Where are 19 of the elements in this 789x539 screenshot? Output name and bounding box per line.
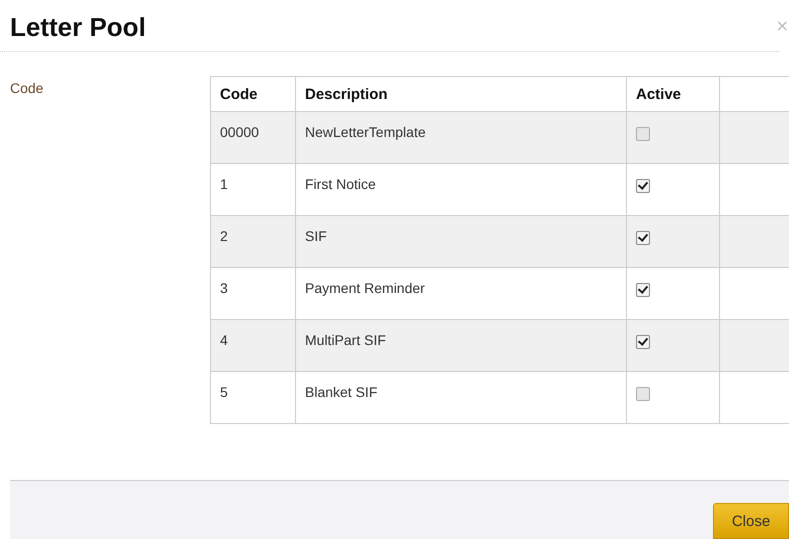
column-header: Code	[210, 76, 296, 112]
active-checkbox[interactable]	[636, 127, 650, 141]
active-checkbox[interactable]	[636, 387, 650, 401]
active-checkbox[interactable]	[636, 179, 650, 193]
dialog-title: Letter Pool	[10, 12, 146, 43]
column-header: Description	[296, 76, 626, 112]
active-checkbox[interactable]	[636, 231, 650, 245]
table-cell: MultiPart SIF	[296, 320, 626, 372]
active-checkbox[interactable]	[636, 283, 650, 297]
table-cell: 2	[210, 216, 296, 268]
field-label: Code	[10, 80, 44, 98]
active-checkbox[interactable]	[636, 335, 650, 349]
table-cell: Blanket SIF	[296, 372, 626, 424]
table-cell: 4	[210, 320, 296, 372]
table-cell: SIF	[296, 216, 626, 268]
close-button[interactable]: Close	[713, 503, 789, 539]
table-cell: NewLetterTemplate	[296, 112, 626, 164]
table-cell: 5	[210, 372, 296, 424]
table-cell: 00000	[210, 112, 296, 164]
